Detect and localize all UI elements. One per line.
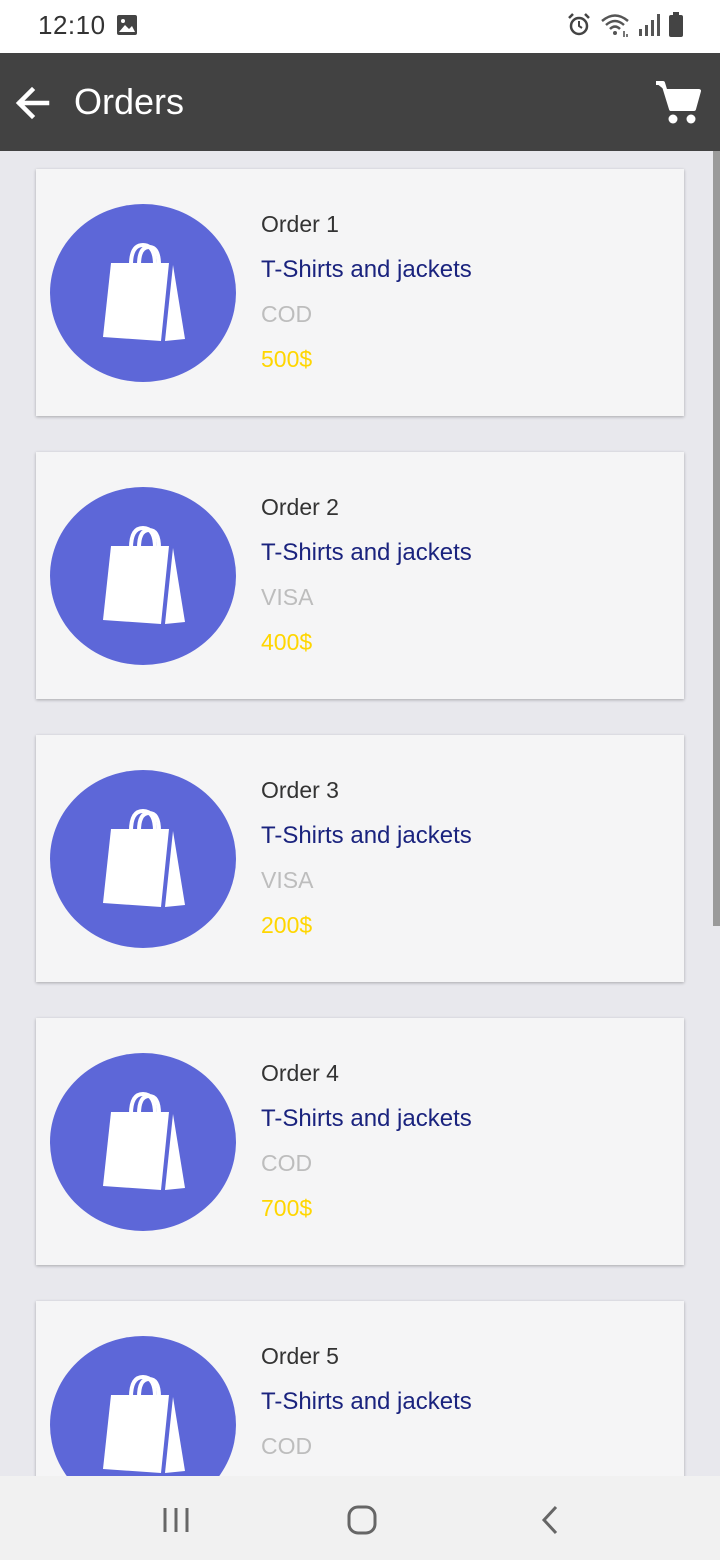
shopping-bag-icon <box>103 1374 185 1473</box>
order-avatar <box>50 1053 236 1231</box>
system-back-button[interactable] <box>520 1500 580 1540</box>
order-amount: 700$ <box>261 1195 313 1221</box>
order-avatar <box>50 487 236 665</box>
order-card[interactable]: Order 4 T-Shirts and jackets COD 700$ <box>36 1018 684 1265</box>
page-title: Orders <box>74 81 185 122</box>
shopping-bag-icon <box>103 242 185 341</box>
order-payment: VISA <box>261 584 314 610</box>
status-time: 12:10 <box>38 10 106 40</box>
order-payment: COD <box>261 1433 313 1459</box>
shopping-bag-icon <box>103 525 185 624</box>
arrow-back-icon <box>15 86 50 120</box>
order-avatar <box>50 1336 236 1476</box>
orders-list[interactable]: Order 1 T-Shirts and jackets COD 500$ Or… <box>0 151 720 1476</box>
shopping-bag-icon <box>103 1091 185 1190</box>
order-name: Order 3 <box>261 777 339 803</box>
order-amount: 500$ <box>261 346 313 372</box>
order-amount: 400$ <box>261 629 313 655</box>
order-name: Order 1 <box>261 211 339 237</box>
recent-apps-icon <box>163 1508 189 1532</box>
order-name: Order 4 <box>261 1060 339 1086</box>
back-icon <box>541 1505 558 1535</box>
order-card[interactable]: Order 1 T-Shirts and jackets COD 500$ <box>36 169 684 416</box>
order-description: T-Shirts and jackets <box>261 1105 472 1132</box>
shopping-bag-icon <box>103 808 185 907</box>
status-icons <box>566 12 684 43</box>
wifi-icon <box>600 12 630 43</box>
recent-apps-button[interactable] <box>146 1500 206 1540</box>
order-payment: COD <box>261 301 313 327</box>
order-payment: COD <box>261 1150 313 1176</box>
scrollbar[interactable] <box>713 151 720 926</box>
order-card[interactable]: Order 3 T-Shirts and jackets VISA 200$ <box>36 735 684 982</box>
order-description: T-Shirts and jackets <box>261 539 472 566</box>
order-name: Order 5 <box>261 1343 339 1369</box>
home-icon <box>347 1505 377 1535</box>
order-amount: 200$ <box>261 912 313 938</box>
app-bar: Orders <box>0 53 720 151</box>
home-button[interactable] <box>332 1500 392 1540</box>
order-description: T-Shirts and jackets <box>261 256 472 283</box>
cart-button[interactable] <box>650 75 706 131</box>
order-avatar <box>50 770 236 948</box>
order-card[interactable]: Order 5 T-Shirts and jackets COD <box>36 1301 684 1476</box>
status-bar: 12:10 <box>0 0 720 53</box>
order-payment: VISA <box>261 867 314 893</box>
back-button[interactable] <box>8 79 56 127</box>
system-nav-bar <box>0 1476 720 1560</box>
order-description: T-Shirts and jackets <box>261 1388 472 1415</box>
signal-icon <box>638 13 660 42</box>
alarm-icon <box>566 12 592 43</box>
order-avatar <box>50 204 236 382</box>
image-icon <box>116 14 138 41</box>
battery-icon <box>668 12 684 43</box>
order-name: Order 2 <box>261 494 339 520</box>
order-card[interactable]: Order 2 T-Shirts and jackets VISA 400$ <box>36 452 684 699</box>
order-description: T-Shirts and jackets <box>261 822 472 849</box>
shopping-cart-icon <box>656 81 701 124</box>
